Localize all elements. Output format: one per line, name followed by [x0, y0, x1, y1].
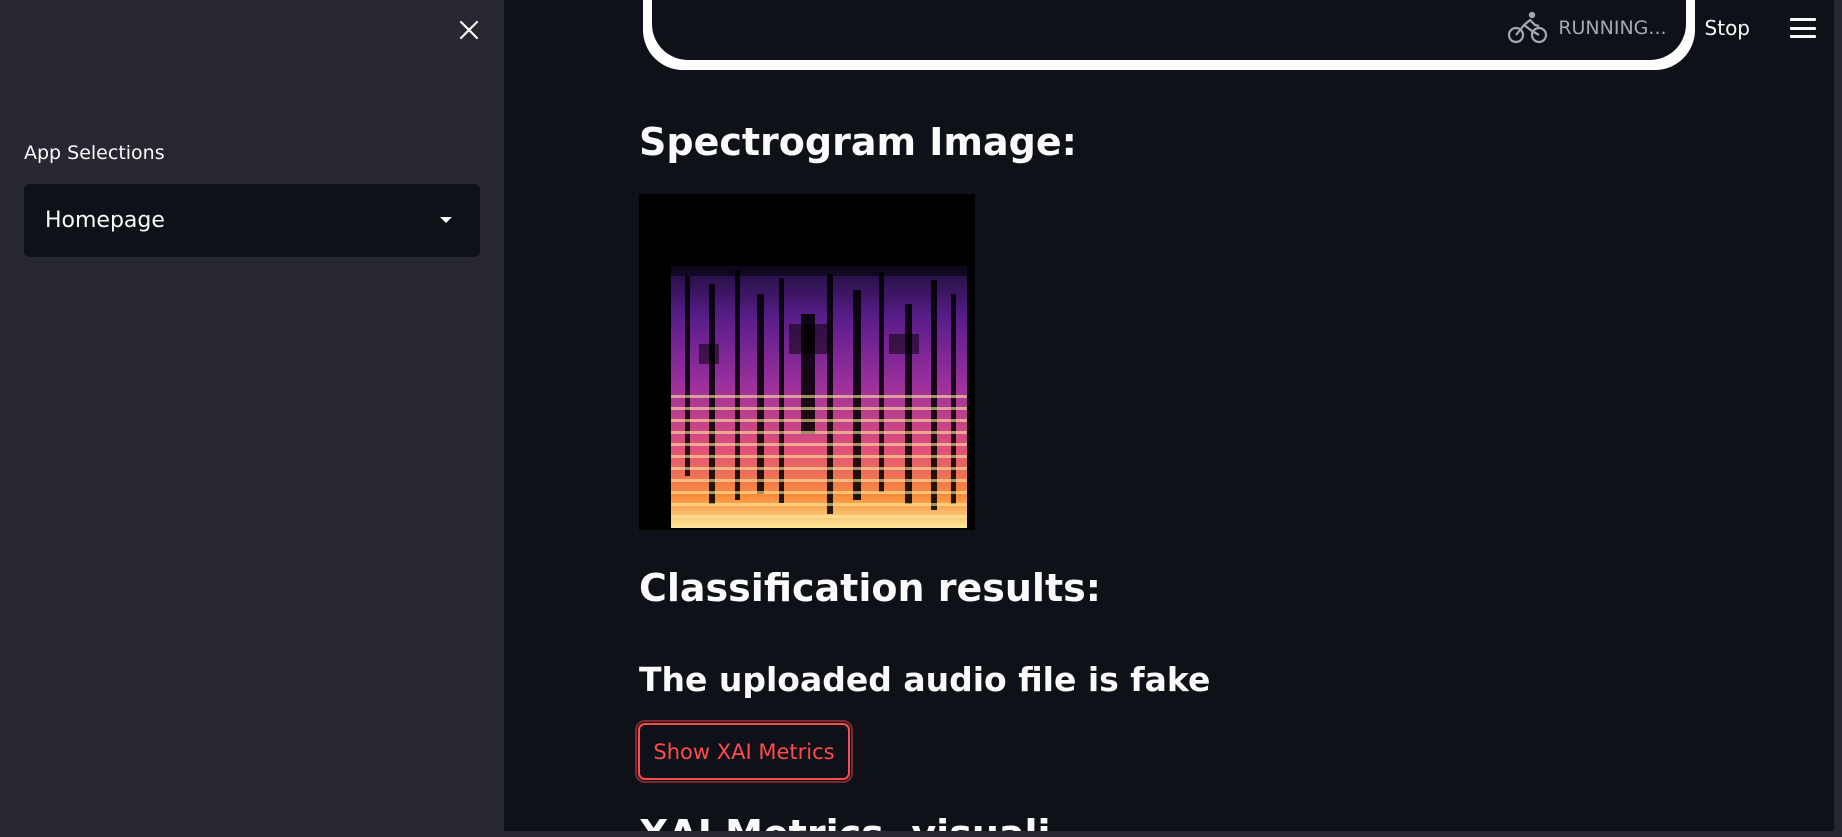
app-selections-label: App Selections — [24, 142, 165, 164]
running-status: RUNNING... — [1508, 11, 1667, 45]
close-icon — [459, 20, 479, 40]
classification-result: The uploaded audio file is fake — [639, 660, 1211, 699]
bottom-border — [0, 831, 1842, 837]
close-sidebar-button[interactable] — [455, 16, 483, 44]
sidebar: App Selections Homepage — [0, 0, 504, 837]
caret-down-icon — [440, 217, 452, 223]
app-select-dropdown[interactable]: Homepage — [24, 184, 480, 257]
spectrogram-heading: Spectrogram Image: — [639, 120, 1077, 164]
bicycle-running-icon — [1508, 11, 1548, 44]
show-xai-metrics-button[interactable]: Show XAI Metrics — [635, 720, 853, 783]
hamburger-menu-icon[interactable] — [1790, 18, 1816, 38]
main-content: RUNNING... Stop Spectrogram Image: Class… — [504, 0, 1842, 837]
header-bar: RUNNING... Stop — [1508, 0, 1842, 56]
stop-button[interactable]: Stop — [1705, 16, 1750, 40]
app-select-value: Homepage — [45, 208, 165, 233]
status-text: RUNNING... — [1558, 17, 1667, 39]
classification-heading: Classification results: — [639, 566, 1101, 610]
spectrogram-image — [639, 194, 975, 530]
scrollbar-track[interactable] — [1834, 0, 1842, 837]
